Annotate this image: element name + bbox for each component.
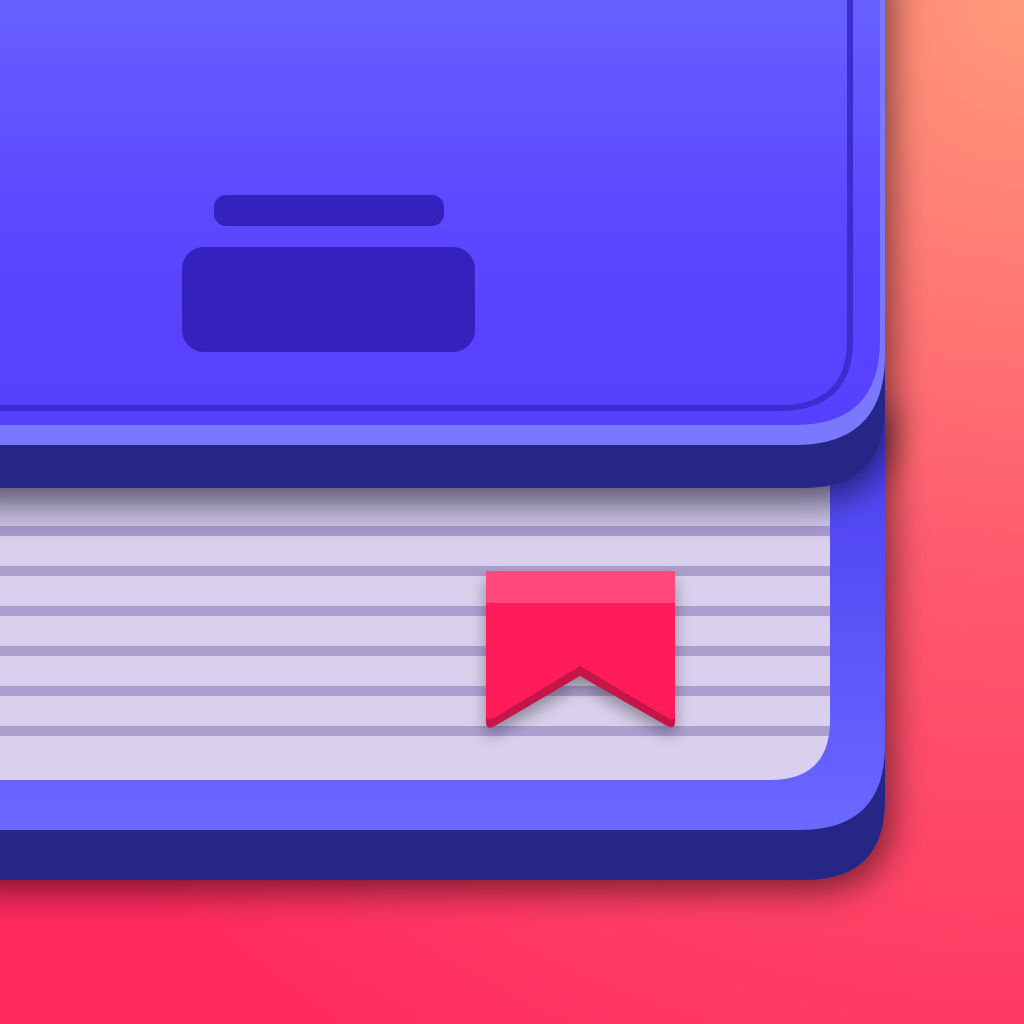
pages: [0, 470, 830, 780]
front-cover: [0, 0, 885, 488]
book-icon: [0, 0, 1024, 1024]
cover-label: [182, 195, 475, 352]
cover-label-line: [214, 195, 444, 226]
cover-label-plate: [182, 247, 475, 352]
app-icon: [0, 0, 1024, 1024]
